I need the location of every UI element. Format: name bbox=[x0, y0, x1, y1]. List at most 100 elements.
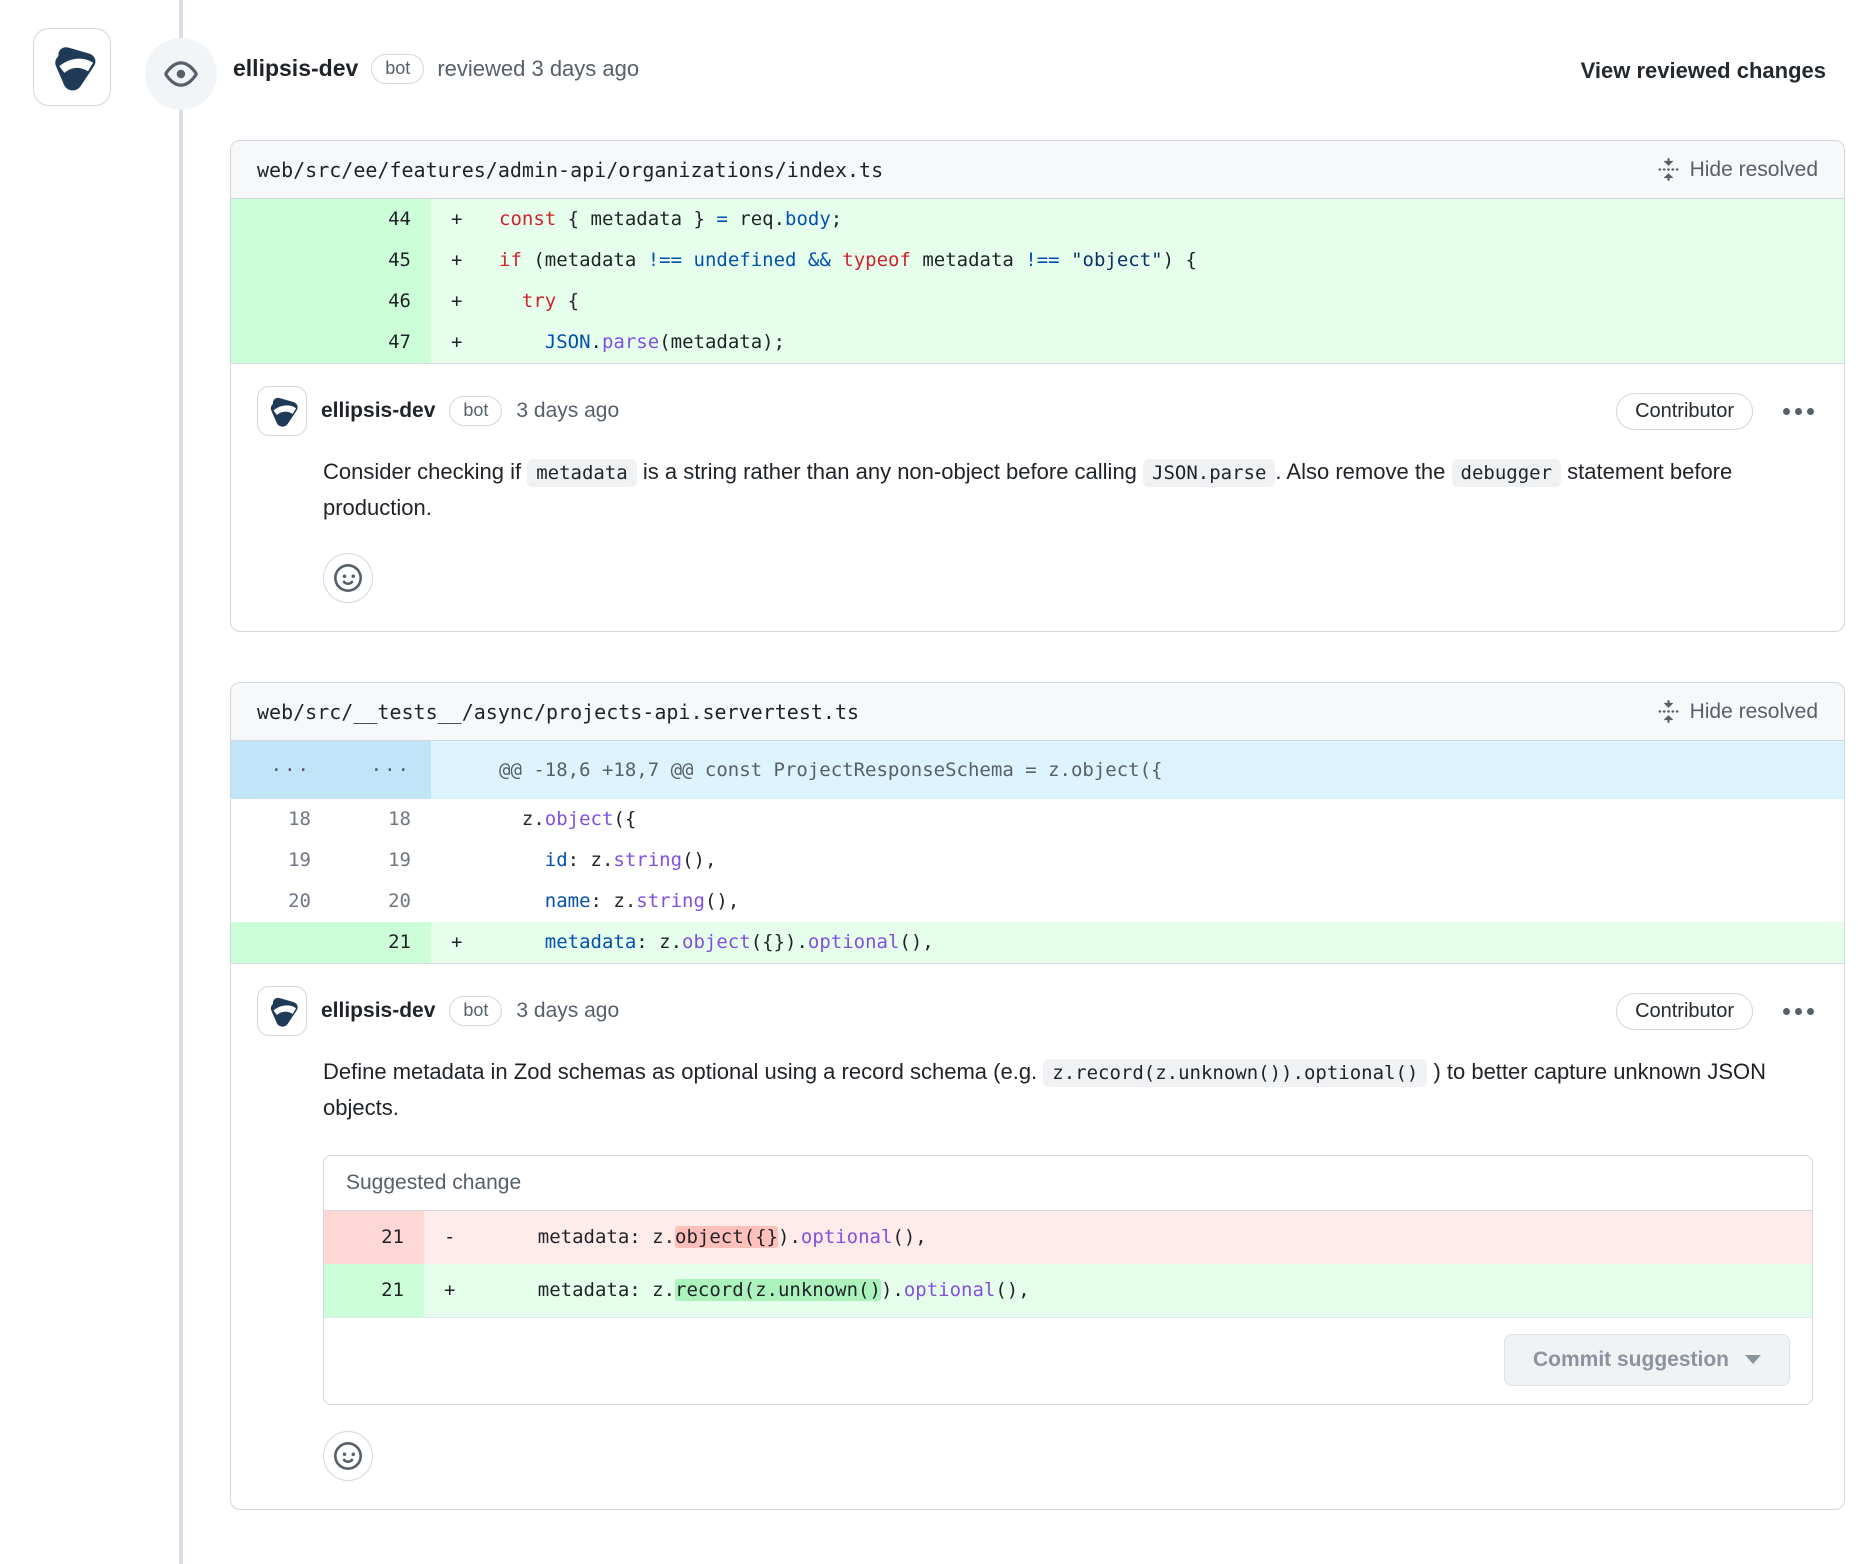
code-token: ). bbox=[778, 1226, 801, 1248]
line-number-old bbox=[231, 240, 331, 281]
comment-username[interactable]: ellipsis-dev bbox=[321, 399, 435, 423]
code-token: ; bbox=[831, 208, 842, 230]
code-line: z.object({ bbox=[481, 799, 1844, 840]
comment-avatar[interactable] bbox=[257, 986, 307, 1036]
code-line: metadata: z.object({}).optional(), bbox=[481, 922, 1844, 963]
comment-username[interactable]: ellipsis-dev bbox=[321, 999, 435, 1023]
diff-row: 1818 z.object({ bbox=[231, 799, 1844, 840]
suggestion-footer: Commit suggestion bbox=[324, 1317, 1812, 1404]
diff-row: 44+const { metadata } = req.body; bbox=[231, 199, 1844, 240]
inline-code: metadata bbox=[527, 459, 637, 487]
comment-timestamp[interactable]: 3 days ago bbox=[516, 999, 619, 1023]
kebab-menu-icon[interactable] bbox=[1779, 1004, 1818, 1019]
code-line: const { metadata } = req.body; bbox=[481, 199, 1844, 240]
code-token: (), bbox=[995, 1279, 1029, 1301]
diff-marker: + bbox=[431, 199, 481, 240]
line-number-old: 18 bbox=[231, 799, 331, 840]
ellipsis-logo-icon bbox=[264, 993, 300, 1029]
chevron-down-icon bbox=[1745, 1355, 1761, 1364]
review-header: ellipsis-dev bot reviewed 3 days ago bbox=[233, 54, 639, 84]
diff-marker: + bbox=[431, 240, 481, 281]
code-token: @@ -18,6 +18,7 @@ const ProjectResponseS… bbox=[499, 759, 1162, 781]
code-token: body bbox=[785, 208, 831, 230]
diff-marker bbox=[431, 881, 481, 922]
diff-block: ······@@ -18,6 +18,7 @@ const ProjectRes… bbox=[231, 741, 1844, 964]
review-comment: ellipsis-dev bot 3 days ago Contributor … bbox=[231, 364, 1844, 631]
code-token: ({ bbox=[613, 808, 636, 830]
code-token: typeof bbox=[842, 249, 911, 271]
diff-row: 21+ metadata: z.object({}).optional(), bbox=[231, 922, 1844, 963]
comment-avatar[interactable] bbox=[257, 386, 307, 436]
line-number-old bbox=[231, 322, 331, 363]
bot-badge: bot bbox=[449, 396, 502, 426]
diff-marker: + bbox=[424, 1264, 474, 1317]
code-token: metadata: z. bbox=[492, 1279, 675, 1301]
reviewer-username[interactable]: ellipsis-dev bbox=[233, 55, 358, 82]
hide-resolved-button[interactable]: Hide resolved bbox=[1657, 700, 1818, 724]
line-number-old bbox=[231, 199, 331, 240]
suggestion-diff: 21- metadata: z.object({}).optional(),21… bbox=[324, 1211, 1812, 1317]
code-token: ({}). bbox=[751, 931, 808, 953]
code-token: optional bbox=[808, 931, 900, 953]
kebab-menu-icon[interactable] bbox=[1779, 404, 1818, 419]
comment-body: Define metadata in Zod schemas as option… bbox=[323, 1054, 1818, 1127]
code-token: . bbox=[591, 331, 602, 353]
hide-resolved-button[interactable]: Hide resolved bbox=[1657, 158, 1818, 182]
reviewer-avatar[interactable] bbox=[33, 28, 111, 106]
code-token bbox=[499, 890, 545, 912]
file-header: web/src/ee/features/admin-api/organizati… bbox=[231, 141, 1844, 199]
review-comment: ellipsis-dev bot 3 days ago Contributor … bbox=[231, 964, 1844, 1509]
code-token: try bbox=[522, 290, 556, 312]
code-token: !== bbox=[648, 249, 682, 271]
suggestion-row: 21- metadata: z.object({}).optional(), bbox=[324, 1211, 1812, 1264]
code-token: parse bbox=[602, 331, 659, 353]
code-token: && bbox=[808, 249, 831, 271]
file-path-link[interactable]: web/src/__tests__/async/projects-api.ser… bbox=[257, 700, 859, 724]
code-token: (metadata bbox=[522, 249, 648, 271]
code-token: object bbox=[682, 931, 751, 953]
code-token bbox=[499, 290, 522, 312]
diff-row: 2020 name: z.string(), bbox=[231, 881, 1844, 922]
add-reaction-button[interactable] bbox=[323, 1431, 373, 1481]
code-token: metadata: z. bbox=[492, 1226, 675, 1248]
code-token bbox=[499, 331, 545, 353]
code-token: (), bbox=[682, 849, 716, 871]
code-token: ) { bbox=[1163, 249, 1197, 271]
code-token bbox=[499, 849, 545, 871]
ellipsis-logo-icon bbox=[264, 393, 300, 429]
code-token: undefined bbox=[694, 249, 797, 271]
line-number-old bbox=[231, 922, 331, 963]
code-token: optional bbox=[904, 1279, 996, 1301]
line-number-new: 45 bbox=[331, 240, 431, 281]
add-reaction-button[interactable] bbox=[323, 553, 373, 603]
code-token: { bbox=[556, 290, 579, 312]
review-timestamp: reviewed 3 days ago bbox=[437, 56, 639, 82]
code-token: (), bbox=[705, 890, 739, 912]
code-token: if bbox=[499, 249, 522, 271]
view-reviewed-changes-link[interactable]: View reviewed changes bbox=[1581, 58, 1826, 84]
diff-row: 46+ try { bbox=[231, 281, 1844, 322]
commit-suggestion-button[interactable]: Commit suggestion bbox=[1504, 1334, 1790, 1386]
code-token: !== bbox=[1025, 249, 1059, 271]
code-token: (), bbox=[899, 931, 933, 953]
code-token: optional bbox=[801, 1226, 893, 1248]
comment-timestamp[interactable]: 3 days ago bbox=[516, 399, 619, 423]
fold-icon bbox=[1657, 700, 1680, 723]
hide-resolved-label: Hide resolved bbox=[1690, 158, 1818, 182]
line-number-new: 46 bbox=[331, 281, 431, 322]
file-path-link[interactable]: web/src/ee/features/admin-api/organizati… bbox=[257, 158, 883, 182]
smiley-icon bbox=[334, 1442, 362, 1470]
line-number-old: 19 bbox=[231, 840, 331, 881]
ellipsis-logo-icon bbox=[45, 40, 99, 94]
code-line: @@ -18,6 +18,7 @@ const ProjectResponseS… bbox=[481, 741, 1844, 799]
code-token: metadata bbox=[911, 249, 1025, 271]
code-token: { metadata } bbox=[556, 208, 716, 230]
code-token: (metadata); bbox=[659, 331, 785, 353]
code-token: req. bbox=[728, 208, 785, 230]
code-token: z. bbox=[499, 808, 545, 830]
code-token: object({} bbox=[675, 1226, 778, 1248]
line-number-new: 44 bbox=[331, 199, 431, 240]
code-line: if (metadata !== undefined && typeof met… bbox=[481, 240, 1844, 281]
code-token: ). bbox=[881, 1279, 904, 1301]
line-number: 21 bbox=[324, 1264, 424, 1317]
